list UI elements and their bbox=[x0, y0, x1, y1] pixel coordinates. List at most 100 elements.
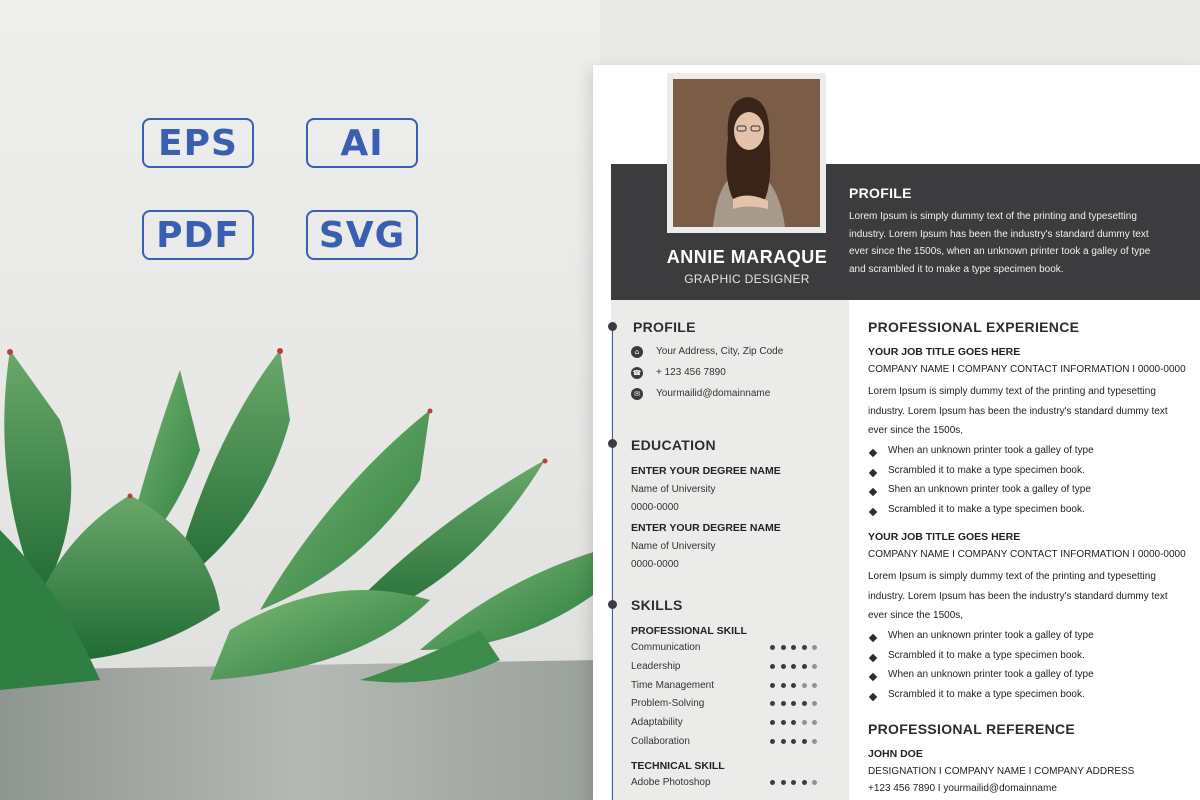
bullet-item: Scrambled it to make a type specimen boo… bbox=[868, 504, 1198, 520]
job-title: YOUR JOB TITLE GOES HERE bbox=[868, 346, 1021, 358]
skill-row: Collaboration bbox=[631, 736, 831, 750]
rating-dot bbox=[801, 663, 807, 669]
rating-dot bbox=[812, 663, 817, 669]
diamond-bullet-icon bbox=[868, 507, 878, 517]
rating-dot bbox=[791, 780, 796, 785]
rating-dot bbox=[780, 682, 786, 688]
bullet-text: When an unknown printer took a galley of… bbox=[888, 630, 1094, 641]
header-profile-title: PROFILE bbox=[849, 185, 912, 201]
rating-dot bbox=[801, 682, 807, 688]
skill-rating bbox=[770, 780, 817, 785]
skill-row: Time Management bbox=[631, 680, 831, 694]
skill-rating bbox=[770, 739, 817, 744]
format-badge-svg: SVG bbox=[306, 210, 418, 260]
job-title: YOUR JOB TITLE GOES HERE bbox=[868, 531, 1021, 543]
rating-dot bbox=[791, 645, 796, 650]
education-years: 0000-0000 bbox=[631, 559, 679, 570]
rating-dot bbox=[770, 701, 775, 707]
rating-dot bbox=[780, 701, 786, 707]
rating-dot bbox=[812, 780, 817, 785]
skill-name: Leadership bbox=[631, 660, 681, 672]
job-company: COMPANY NAME I COMPANY CONTACT INFORMATI… bbox=[868, 549, 1186, 560]
skill-rating bbox=[770, 720, 817, 726]
profile-photo bbox=[673, 79, 820, 227]
rating-dot bbox=[801, 739, 807, 744]
rating-dot bbox=[791, 682, 796, 688]
rating-dot bbox=[812, 682, 817, 688]
rating-dot bbox=[791, 739, 796, 744]
rating-dot bbox=[791, 701, 796, 707]
bullet-text: Scrambled it to make a type specimen boo… bbox=[888, 464, 1085, 476]
experience-title: PROFESSIONAL EXPERIENCE bbox=[868, 319, 1080, 335]
bullet-item: When an unknown printer took a galley of… bbox=[868, 669, 1198, 685]
email-text: Yourmailid@domainname bbox=[656, 388, 771, 399]
sidebar-profile-title: PROFILE bbox=[633, 319, 696, 335]
skill-name: Adaptability bbox=[631, 717, 683, 729]
skill-row: Communication bbox=[631, 642, 831, 656]
home-icon: ⌂ bbox=[631, 346, 643, 358]
rating-dot bbox=[812, 645, 817, 650]
skill-rating bbox=[770, 645, 817, 650]
profile-photo-frame bbox=[667, 73, 826, 233]
bullet-text: Scrambled it to make a type specimen boo… bbox=[888, 689, 1085, 701]
professional-skill-title: PROFESSIONAL SKILL bbox=[631, 625, 747, 637]
bullet-item: Shen an unknown printer took a galley of… bbox=[868, 484, 1198, 500]
skill-name: Problem-Solving bbox=[631, 698, 705, 710]
degree-name: ENTER YOUR DEGREE NAME bbox=[631, 522, 781, 534]
rating-dot bbox=[780, 663, 786, 669]
job-description: Lorem Ipsum is simply dummy text of the … bbox=[868, 386, 1168, 436]
skills-title: SKILLS bbox=[631, 597, 683, 613]
diamond-bullet-icon bbox=[868, 488, 878, 497]
rating-dot bbox=[780, 720, 786, 726]
format-badge-eps: EPS bbox=[142, 118, 254, 168]
diamond-bullet-icon bbox=[868, 673, 878, 682]
bullet-text: Scrambled it to make a type specimen boo… bbox=[888, 504, 1085, 516]
job-description: Lorem Ipsum is simply dummy text of the … bbox=[868, 571, 1168, 621]
skill-rating bbox=[770, 663, 817, 669]
reference-title: PROFESSIONAL REFERENCE bbox=[868, 721, 1076, 737]
bullet-text: When an unknown printer took a galley of… bbox=[888, 669, 1094, 681]
diamond-bullet-icon bbox=[868, 692, 878, 702]
rating-dot bbox=[780, 780, 786, 785]
diamond-bullet-icon bbox=[868, 468, 878, 477]
skill-name: Communication bbox=[631, 642, 701, 653]
university-name: Name of University bbox=[631, 541, 716, 552]
rating-dot bbox=[801, 780, 807, 785]
rating-dot bbox=[812, 720, 817, 726]
education-title: EDUCATION bbox=[631, 437, 716, 453]
bullet-text: When an unknown printer took a galley of… bbox=[888, 445, 1094, 456]
rating-dot bbox=[812, 739, 817, 744]
university-name: Name of University bbox=[631, 484, 716, 495]
rating-dot bbox=[812, 701, 817, 707]
resume-document: ANNIE MARAQUE GRAPHIC DESIGNER PROFILE L… bbox=[593, 65, 1200, 800]
diamond-bullet-icon bbox=[868, 633, 878, 643]
rating-dot bbox=[791, 663, 796, 669]
rating-dot bbox=[770, 720, 775, 726]
candidate-role: GRAPHIC DESIGNER bbox=[684, 272, 810, 286]
skill-row: Problem-Solving bbox=[631, 698, 831, 712]
bullet-item: Scrambled it to make a type specimen boo… bbox=[868, 650, 1198, 666]
skill-row: Adobe Photoshop bbox=[631, 777, 831, 791]
skill-row: Leadership bbox=[631, 661, 831, 675]
email-icon: ✉ bbox=[631, 388, 643, 400]
diamond-bullet-icon bbox=[868, 448, 878, 458]
succulent-plant-image bbox=[0, 348, 600, 800]
format-badge-pdf: PDF bbox=[142, 210, 254, 260]
bullet-item: Scrambled it to make a type specimen boo… bbox=[868, 465, 1198, 481]
phone-icon: ☎ bbox=[631, 367, 643, 379]
timeline-dot bbox=[608, 322, 617, 331]
rating-dot bbox=[801, 645, 807, 650]
bullet-item: Scrambled it to make a type specimen boo… bbox=[868, 689, 1198, 705]
header-profile-text: Lorem Ipsum is simply dummy text of the … bbox=[849, 211, 1151, 275]
rating-dot bbox=[780, 645, 786, 650]
skill-row: Adaptability bbox=[631, 717, 831, 731]
job-company: COMPANY NAME I COMPANY CONTACT INFORMATI… bbox=[868, 364, 1186, 375]
skill-name: Time Management bbox=[631, 679, 714, 691]
rating-dot bbox=[801, 720, 807, 726]
format-badge-ai: AI bbox=[306, 118, 418, 168]
skill-name: Adobe Photoshop bbox=[631, 777, 711, 788]
candidate-name: ANNIE MARAQUE bbox=[666, 247, 828, 267]
bullet-text: Shen an unknown printer took a galley of… bbox=[888, 484, 1091, 496]
rating-dot bbox=[770, 663, 775, 669]
timeline-dot bbox=[608, 439, 617, 448]
